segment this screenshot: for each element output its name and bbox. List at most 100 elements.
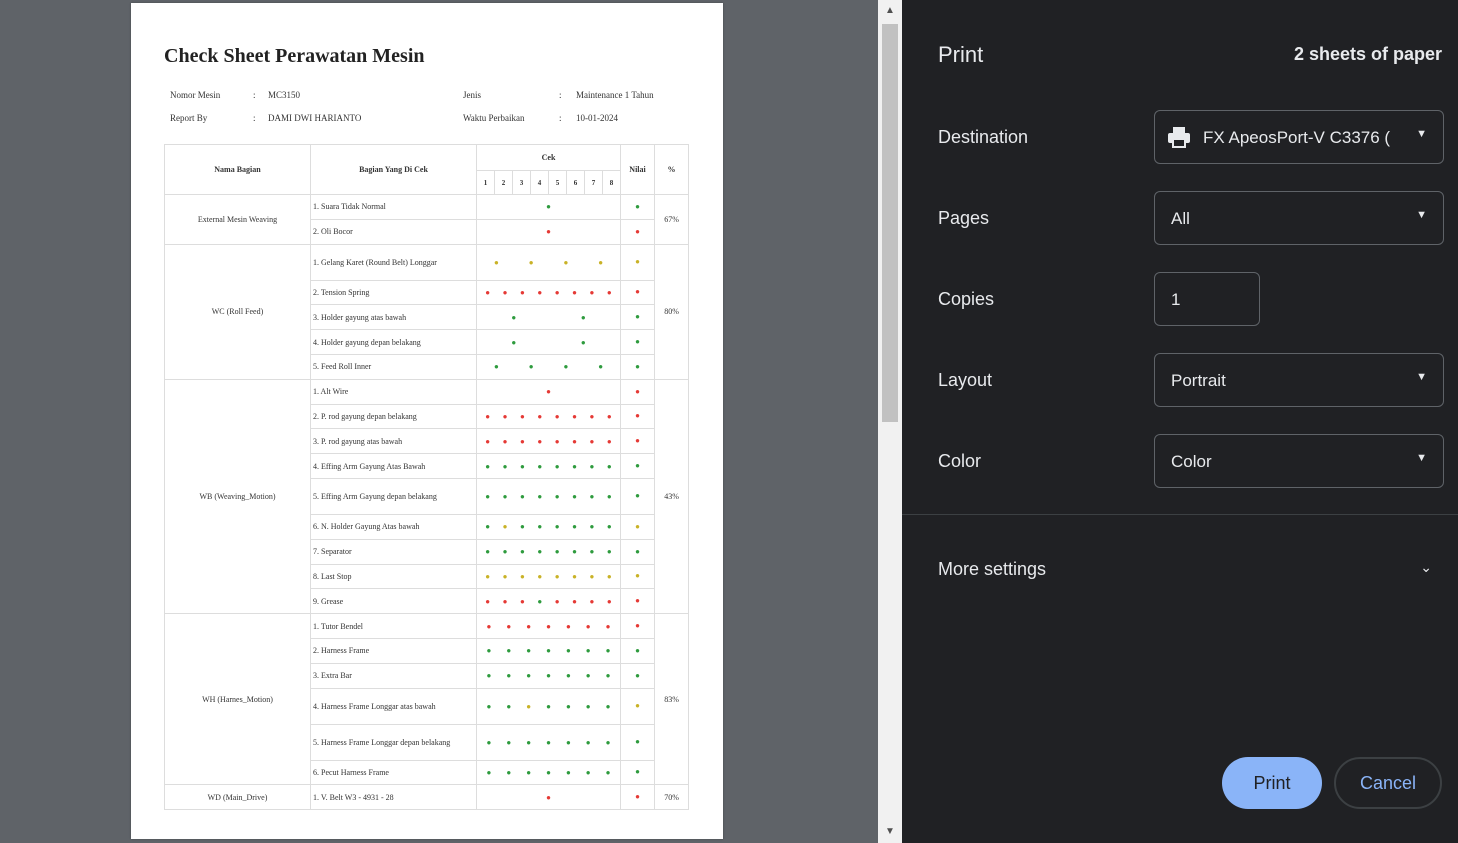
status-dot: ● xyxy=(606,596,612,606)
status-dot: ● xyxy=(585,737,591,747)
status-dot: ● xyxy=(506,701,512,711)
status-dot: ● xyxy=(546,792,551,802)
status-dot: ● xyxy=(485,287,491,297)
status-dot: ● xyxy=(554,596,560,606)
color-select[interactable]: Color ▼ xyxy=(1154,434,1444,488)
print-button[interactable]: Print xyxy=(1222,757,1322,809)
nilai-cell: ● xyxy=(620,353,656,380)
scroll-up-arrow-icon[interactable]: ▲ xyxy=(878,0,902,22)
status-dot: ● xyxy=(606,547,612,557)
status-dot: ● xyxy=(572,411,577,421)
scroll-thumb[interactable] xyxy=(882,24,898,422)
status-dot: ● xyxy=(554,491,560,501)
destination-select[interactable]: FX ApeosPort-V C3376 ( ▼ xyxy=(1154,110,1444,164)
status-dot: ● xyxy=(606,436,612,446)
status-dot: ● xyxy=(589,571,595,581)
status-dot: ● xyxy=(635,491,640,501)
check-item: 1. Alt Wire xyxy=(310,378,477,405)
status-dot: ● xyxy=(537,436,543,446)
status-dot: ● xyxy=(606,287,612,297)
check-item: 2. Harness Frame xyxy=(310,637,477,664)
header-cek: Cek xyxy=(475,144,622,171)
header-cek-col: 3 xyxy=(512,170,531,195)
status-dot: ● xyxy=(537,596,543,606)
status-dot: ● xyxy=(486,701,492,711)
nilai-cell: ● xyxy=(620,687,656,725)
check-table: Nama Bagian Bagian Yang Di Cek Cek Nilai… xyxy=(164,144,690,811)
check-item: 5. Feed Roll Inner xyxy=(310,353,477,380)
header-cek-col: 1 xyxy=(476,170,495,195)
status-dot: ● xyxy=(520,522,525,532)
header-cek-col: 2 xyxy=(494,170,513,195)
status-dot: ● xyxy=(605,737,611,747)
status-dot: ● xyxy=(485,491,491,501)
check-dots: ● ● ● ● xyxy=(475,353,622,380)
check-item: 6. Pecut Harness Frame xyxy=(310,759,477,786)
chevron-down-icon: ▼ xyxy=(1416,452,1427,464)
pages-value: All xyxy=(1171,209,1190,228)
info-value-waktu: 10-01-2024 xyxy=(576,113,618,123)
status-dot: ● xyxy=(635,670,640,680)
nilai-cell: ● xyxy=(620,662,656,689)
check-dots: ● ● ● ● ● ● ● xyxy=(475,759,622,786)
scroll-down-arrow-icon[interactable]: ▼ xyxy=(878,821,902,843)
nilai-cell: ● xyxy=(620,477,656,515)
nilai-cell: ● xyxy=(620,637,656,664)
pages-select[interactable]: All ▼ xyxy=(1154,191,1444,245)
group-percent: 80% xyxy=(654,243,690,380)
copies-input[interactable]: 1 xyxy=(1154,272,1260,326)
status-dot: ● xyxy=(585,701,591,711)
status-dot: ● xyxy=(554,436,560,446)
status-dot: ● xyxy=(572,436,577,446)
nilai-cell: ● xyxy=(620,329,656,355)
table-row: WH (Harnes_Motion) 1. Tutor Bendel ● ● ● ● ● ● ●… xyxy=(164,613,690,786)
print-settings-sidebar: Print 2 sheets of paper Destination FX A… xyxy=(902,0,1458,843)
status-dot: ● xyxy=(635,361,640,371)
info-label-report-by: Report By xyxy=(170,113,208,123)
status-dot: ● xyxy=(572,287,577,297)
status-dot: ● xyxy=(493,257,499,267)
check-item: 3. P. rod gayung atas bawah xyxy=(310,428,477,455)
status-dot: ● xyxy=(506,671,512,681)
check-dots: ● ● ● ● ● ● ● ● xyxy=(475,428,622,455)
table-row: External Mesin Weaving 1. Suara Tidak Nor… xyxy=(164,194,690,245)
printer-icon xyxy=(1168,127,1190,148)
nilai-cell: ● xyxy=(620,403,656,430)
check-item: 2. Tension Spring xyxy=(310,279,477,306)
color-value: Color xyxy=(1171,452,1212,471)
status-dot: ● xyxy=(546,701,551,711)
check-dots: ● xyxy=(475,194,622,220)
preview-scrollbar[interactable]: ▲ ▼ xyxy=(878,0,902,843)
status-dot: ● xyxy=(565,701,571,711)
status-dot: ● xyxy=(506,767,512,777)
info-colon: : xyxy=(253,90,256,100)
header-bagian-cek: Bagian Yang Di Cek xyxy=(310,144,477,195)
info-value-report-by: DAMI DWI HARIANTO xyxy=(268,113,362,123)
status-dot: ● xyxy=(485,411,491,421)
layout-select[interactable]: Portrait ▼ xyxy=(1154,353,1444,407)
status-dot: ● xyxy=(537,522,543,532)
divider xyxy=(902,514,1458,515)
nilai-cell: ● xyxy=(620,378,656,405)
status-dot: ● xyxy=(554,287,560,297)
status-dot: ● xyxy=(486,737,492,747)
status-dot: ● xyxy=(537,287,543,297)
chevron-down-icon[interactable]: ⌄ xyxy=(1420,559,1432,576)
status-dot: ● xyxy=(605,621,611,631)
nilai-cell: ● xyxy=(620,759,656,786)
cancel-button[interactable]: Cancel xyxy=(1334,757,1442,809)
status-dot: ● xyxy=(565,737,571,747)
group-name: WD (Main_Drive) xyxy=(164,784,311,811)
status-dot: ● xyxy=(589,491,595,501)
layout-label: Layout xyxy=(938,370,993,390)
status-dot: ● xyxy=(635,411,640,421)
status-dot: ● xyxy=(520,436,525,446)
status-dot: ● xyxy=(598,257,604,267)
more-settings-toggle[interactable]: More settings xyxy=(938,559,1046,580)
group-percent: 67% xyxy=(654,194,690,245)
status-dot: ● xyxy=(520,596,525,606)
status-dot: ● xyxy=(606,491,612,501)
status-dot: ● xyxy=(502,411,508,421)
pages-label: Pages xyxy=(938,208,990,228)
status-dot: ● xyxy=(635,521,640,531)
